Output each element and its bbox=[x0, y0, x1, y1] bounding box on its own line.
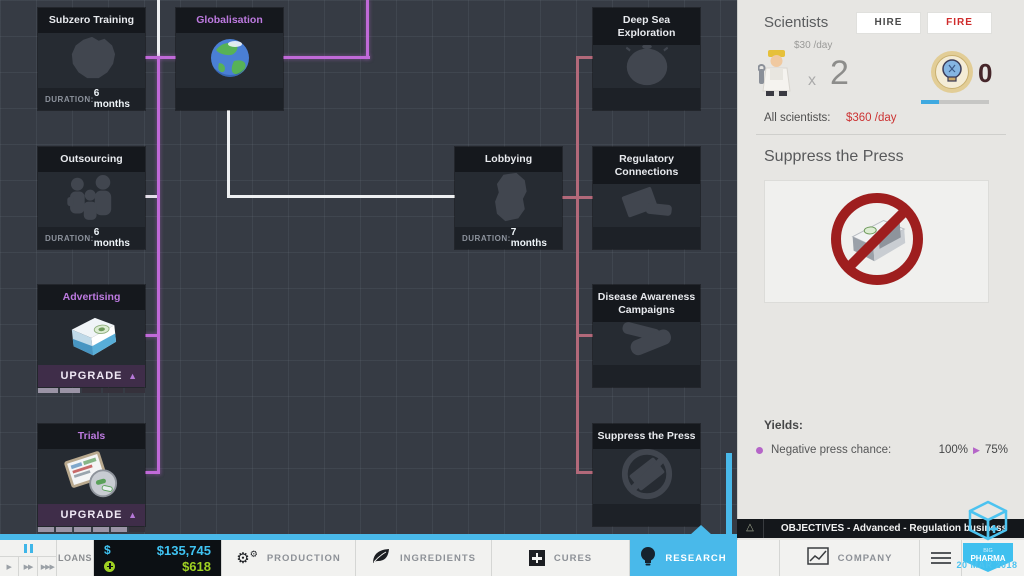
yield-arrow-icon: ▶ bbox=[973, 445, 980, 456]
scientist-icon bbox=[758, 48, 796, 103]
tab-ingredients[interactable]: INGREDIENTS bbox=[356, 540, 492, 576]
tab-company[interactable]: COMPANY bbox=[780, 540, 920, 576]
tab-cures[interactable]: CURES bbox=[492, 540, 630, 576]
connection-line bbox=[579, 334, 593, 337]
tech-node-advertising[interactable]: Advertising UPGRADE▲ bbox=[38, 285, 145, 387]
cash-symbol: $ bbox=[104, 543, 111, 557]
objectives-toggle-icon[interactable]: △ bbox=[737, 519, 764, 538]
research-progress-bar bbox=[921, 100, 989, 104]
money-display: $ $135,745 $618 bbox=[94, 540, 222, 576]
toolbar-spacer bbox=[737, 540, 780, 576]
scientist-cost-per-day: $30 /day bbox=[794, 40, 832, 51]
connection-line bbox=[227, 110, 230, 198]
all-scientists-label: All scientists: bbox=[764, 112, 830, 124]
lightbulb-icon bbox=[640, 546, 656, 571]
pill-box-icon bbox=[59, 310, 125, 365]
profit-plus-icon bbox=[104, 561, 115, 572]
selected-tech-title: Suppress the Press bbox=[764, 148, 904, 166]
research-tree-canvas[interactable]: Subzero Training DURATION:6 months Globa… bbox=[0, 0, 737, 540]
upgrade-arrow-icon: ▲ bbox=[128, 510, 137, 520]
hamburger-icon bbox=[931, 552, 951, 554]
connection-line bbox=[579, 471, 593, 474]
connection-line bbox=[157, 0, 160, 58]
upgrade-progress-bar bbox=[38, 527, 145, 532]
all-scientists-cost: $360 /day bbox=[846, 112, 897, 124]
panel-edge-highlight bbox=[726, 453, 732, 540]
speed-3-button[interactable]: ▶▶▶ bbox=[38, 557, 56, 576]
connection-line bbox=[157, 56, 160, 474]
multiply-sign: x bbox=[808, 72, 816, 90]
tech-node-globalisation[interactable]: Globalisation bbox=[176, 8, 283, 110]
speed-1-button[interactable]: ▶ bbox=[0, 557, 19, 576]
bottom-toolbar: ▶ ▶▶ ▶▶▶ LOANS $ $135,745 $618 ⚙⚙ PRODUCT… bbox=[0, 540, 1024, 576]
cross-icon bbox=[529, 550, 545, 566]
iceberg-icon bbox=[63, 34, 121, 87]
connection-line bbox=[366, 0, 369, 59]
tab-research[interactable]: RESEARCH bbox=[630, 540, 737, 576]
connection-line bbox=[562, 196, 593, 199]
tech-node-disease-awareness-campaigns[interactable]: Disease Awareness Campaigns bbox=[593, 285, 700, 387]
documents-icon bbox=[615, 184, 679, 227]
connection-line bbox=[145, 334, 157, 337]
tech-node-suppress-the-press[interactable]: Suppress the Press bbox=[593, 424, 700, 526]
game-date: 20 MAR 2018 bbox=[956, 560, 1018, 570]
tab-production[interactable]: ⚙⚙ PRODUCTION bbox=[222, 540, 356, 576]
earth-icon bbox=[207, 35, 253, 86]
leaf-icon bbox=[371, 547, 391, 570]
diving-helmet-icon bbox=[618, 45, 676, 88]
tech-node-deep-sea-exploration[interactable]: Deep Sea Exploration bbox=[593, 8, 700, 110]
chart-icon bbox=[807, 547, 829, 570]
menu-button[interactable] bbox=[920, 540, 962, 576]
upgrade-arrow-icon: ▲ bbox=[128, 371, 137, 381]
people-icon bbox=[60, 173, 124, 226]
cash-value: $135,745 bbox=[157, 543, 211, 558]
speed-2-button[interactable]: ▶▶ bbox=[19, 557, 38, 576]
idea-bulb-coin-icon bbox=[930, 50, 974, 99]
divider bbox=[756, 134, 1006, 135]
yield-bullet-icon bbox=[756, 447, 763, 454]
tech-node-subzero-training[interactable]: Subzero Training DURATION:6 months bbox=[38, 8, 145, 110]
connection-line bbox=[227, 195, 457, 198]
no-press-icon bbox=[618, 449, 676, 504]
bandages-icon bbox=[615, 322, 679, 365]
clipboard-pills-icon bbox=[58, 449, 126, 504]
yield-row: Negative press chance: 100% ▶ 75% bbox=[756, 444, 1008, 456]
connection-line bbox=[145, 471, 160, 474]
connection-line bbox=[145, 195, 157, 198]
gears-icon: ⚙⚙ bbox=[236, 551, 258, 566]
connection-line bbox=[576, 56, 579, 474]
idea-count: 0 bbox=[978, 58, 992, 89]
selected-tech-icon-box bbox=[764, 180, 989, 303]
scientist-count: 2 bbox=[830, 54, 849, 93]
time-controls: ▶ ▶▶ ▶▶▶ bbox=[0, 540, 57, 576]
tech-node-lobbying[interactable]: Lobbying DURATION:7 months bbox=[455, 147, 562, 249]
upgrade-progress-bar bbox=[38, 388, 145, 393]
pause-button[interactable] bbox=[0, 540, 57, 557]
loans-button[interactable]: LOANS bbox=[57, 540, 94, 576]
big-pharma-research-screen: Subzero Training DURATION:6 months Globa… bbox=[0, 0, 1024, 576]
tech-node-regulatory-connections[interactable]: Regulatory Connections bbox=[593, 147, 700, 249]
no-press-large-icon bbox=[823, 187, 931, 296]
research-side-panel: Scientists HIRE FIRE $30 /day x 2 bbox=[737, 0, 1024, 540]
hire-button[interactable]: HIRE bbox=[856, 12, 921, 34]
yields-heading: Yields: bbox=[764, 418, 803, 432]
tech-node-trials[interactable]: Trials UPGRADE▲ bbox=[38, 424, 145, 526]
tech-node-outsourcing[interactable]: Outsourcing DURATION:6 months bbox=[38, 147, 145, 249]
lobbyist-icon bbox=[481, 172, 537, 227]
scientists-heading: Scientists bbox=[764, 14, 828, 31]
daily-profit-value: $618 bbox=[182, 559, 211, 574]
fire-button[interactable]: FIRE bbox=[927, 12, 992, 34]
connection-line bbox=[579, 56, 593, 59]
research-tab-notch bbox=[690, 525, 712, 535]
